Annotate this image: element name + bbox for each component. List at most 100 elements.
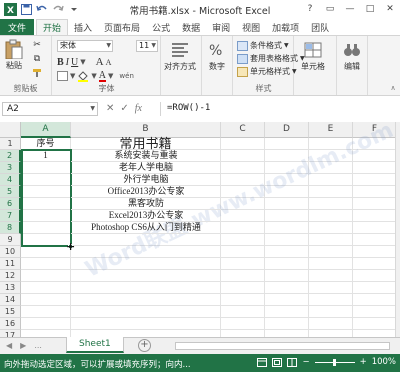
grid-cell[interactable] [21, 330, 71, 337]
row-header-8[interactable]: 8 [0, 222, 21, 234]
close-button[interactable]: ✕ [380, 0, 400, 17]
grid-cell[interactable] [221, 306, 265, 318]
zoom-out-button[interactable]: − [302, 357, 309, 367]
font-color-button[interactable]: A [98, 70, 107, 82]
grid-cell[interactable] [353, 318, 395, 330]
grid-cell[interactable] [221, 282, 265, 294]
page-break-view-icon[interactable] [287, 357, 298, 367]
grid-cell[interactable] [309, 174, 353, 186]
grid-cell[interactable] [265, 318, 309, 330]
grid-cell[interactable] [353, 138, 395, 150]
cells-button[interactable]: 单元格 [301, 40, 325, 72]
row-header-14[interactable]: 14 [0, 294, 21, 306]
grid-cell[interactable] [265, 330, 309, 337]
grid-cell[interactable] [265, 282, 309, 294]
grid-cell[interactable] [221, 222, 265, 234]
grid-cell[interactable] [309, 222, 353, 234]
row-header-13[interactable]: 13 [0, 282, 21, 294]
underline-button[interactable]: U [71, 57, 78, 68]
tab-view[interactable]: 视图 [236, 19, 266, 35]
number-format-button[interactable]: % 数字 [207, 40, 227, 72]
grid-cell[interactable] [309, 318, 353, 330]
grid-cell[interactable] [353, 222, 395, 234]
row-header-5[interactable]: 5 [0, 186, 21, 198]
row-header-11[interactable]: 11 [0, 258, 21, 270]
grid-cell[interactable] [265, 270, 309, 282]
minimize-button[interactable]: — [340, 0, 360, 17]
tab-home[interactable]: 开始 [36, 19, 69, 35]
maximize-button[interactable]: □ [360, 0, 380, 17]
grid-cell[interactable] [309, 282, 353, 294]
grid-cell[interactable] [353, 198, 395, 210]
row-header-17[interactable]: 17 [0, 330, 21, 337]
help-button[interactable]: ? [300, 0, 320, 17]
grid-cell[interactable] [71, 282, 221, 294]
grid-cell[interactable] [21, 258, 71, 270]
grid-cell[interactable] [353, 294, 395, 306]
grid-cell[interactable] [353, 150, 395, 162]
grid-cell[interactable] [309, 330, 353, 337]
grid-cell[interactable] [309, 258, 353, 270]
grid-cell[interactable] [21, 270, 71, 282]
grow-font-button[interactable]: A [96, 56, 104, 68]
font-size-select[interactable]: 11 ▼ [136, 40, 158, 52]
grid-cell[interactable] [221, 294, 265, 306]
grid-cell[interactable] [221, 138, 265, 150]
zoom-slider-thumb[interactable] [332, 358, 336, 366]
row-header-12[interactable]: 12 [0, 270, 21, 282]
grid-cell[interactable] [221, 162, 265, 174]
grid-cell[interactable] [221, 234, 265, 246]
prev-sheet-icon[interactable]: ◀ [6, 341, 12, 350]
grid-cell[interactable] [353, 246, 395, 258]
grid-cell[interactable] [71, 330, 221, 337]
more-sheets-icon[interactable]: ... [34, 341, 42, 350]
tab-insert[interactable]: 插入 [68, 19, 98, 35]
row-header-6[interactable]: 6 [0, 198, 21, 210]
border-icon[interactable] [57, 71, 68, 81]
row-header-15[interactable]: 15 [0, 306, 21, 318]
tab-page-layout[interactable]: 页面布局 [98, 19, 146, 35]
grid-cell[interactable] [21, 306, 71, 318]
grid-cell[interactable] [21, 294, 71, 306]
grid-cell[interactable] [353, 174, 395, 186]
row-header-7[interactable]: 7 [0, 210, 21, 222]
name-box[interactable]: A2 ▼ [2, 102, 98, 116]
row-header-2[interactable]: 2 [0, 150, 21, 162]
grid-cell[interactable] [265, 246, 309, 258]
insert-function-icon[interactable]: fx [135, 103, 142, 114]
grid-cell[interactable] [265, 294, 309, 306]
grid-cell[interactable] [265, 222, 309, 234]
grid-cell[interactable] [71, 246, 221, 258]
next-sheet-icon[interactable]: ▶ [20, 341, 26, 350]
tab-file[interactable]: 文件 [0, 19, 35, 35]
grid-cell[interactable] [265, 306, 309, 318]
select-all-corner[interactable] [0, 122, 21, 138]
ribbon-display-button[interactable]: ▭ [320, 0, 340, 17]
font-name-select[interactable]: 宋体 ▼ [57, 40, 113, 52]
column-header-a[interactable]: A [21, 122, 71, 138]
tab-team[interactable]: 团队 [305, 19, 335, 35]
grid-cell[interactable] [265, 138, 309, 150]
grid-cell[interactable] [265, 210, 309, 222]
chevron-down-icon[interactable]: ▼ [108, 72, 113, 80]
tab-formulas[interactable]: 公式 [146, 19, 176, 35]
cell-b1[interactable]: 常用书籍 [71, 137, 221, 150]
book-title-cell[interactable]: Office2013办公专家 [71, 186, 221, 198]
grid-cell[interactable] [221, 318, 265, 330]
book-title-cell[interactable]: Excel2013办公专家 [71, 210, 221, 222]
zoom-level[interactable]: 100% [372, 357, 396, 367]
alignment-button[interactable]: 对齐方式 [164, 40, 196, 72]
grid-cell[interactable] [309, 150, 353, 162]
grid-cell[interactable] [221, 198, 265, 210]
row-header-1[interactable]: 1 [0, 138, 21, 150]
horizontal-scrollbar[interactable] [175, 342, 390, 350]
grid-cell[interactable] [353, 258, 395, 270]
grid-cell[interactable] [265, 186, 309, 198]
grid-cell[interactable] [353, 234, 395, 246]
chevron-down-icon[interactable]: ▼ [91, 72, 96, 80]
normal-view-icon[interactable] [257, 357, 268, 367]
shrink-font-button[interactable]: A [106, 58, 112, 67]
italic-button[interactable]: I [66, 57, 69, 68]
grid-cell[interactable] [71, 270, 221, 282]
chevron-down-icon[interactable]: ▼ [70, 72, 75, 80]
